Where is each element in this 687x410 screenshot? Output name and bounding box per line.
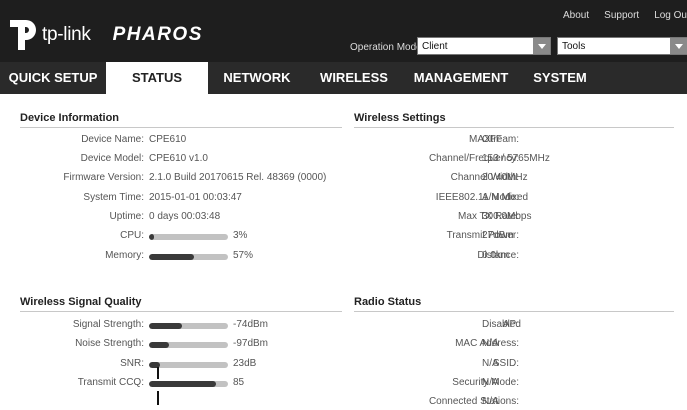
device-info-title: Device Information [20, 112, 342, 128]
text-cursor-icon [157, 391, 159, 405]
memory-progress-bar [149, 254, 228, 260]
cpu-label: CPU: [120, 230, 144, 241]
device-name-value: CPE610 [149, 134, 187, 145]
device-name-row: Device Name: CPE610 [0, 134, 340, 148]
main-nav: QUICK SETUP STATUS NETWORK WIRELESS MANA… [0, 62, 687, 94]
tplink-logo[interactable]: tp-link PHAROS [8, 18, 203, 52]
signal-strength-value: -74dBm [233, 319, 269, 330]
transmit-power-value: 27dBm [482, 230, 514, 241]
wireless-settings-title: Wireless Settings [354, 112, 674, 128]
tools-select[interactable]: Tools [557, 37, 687, 55]
signal-strength-fill [149, 323, 183, 329]
ap-row: AP: Disabled [340, 319, 680, 333]
firmware-label: Firmware Version: [63, 172, 144, 183]
device-model-value: CPE610 v1.0 [149, 153, 208, 164]
ssid-value: N/A [482, 358, 499, 369]
channel-width-value: 20/40MHz [482, 172, 528, 183]
chevron-down-icon [670, 38, 687, 54]
tab-management[interactable]: MANAGEMENT [402, 62, 520, 94]
signal-strength-label: Signal Strength: [72, 319, 144, 330]
ieee-mode-value: A/N Mixed [482, 192, 529, 203]
tab-wireless[interactable]: WIRELESS [306, 62, 402, 94]
brand-name: tp-link [42, 24, 91, 45]
transmit-ccq-fill [149, 381, 217, 387]
uptime-row: Uptime: 0 days 00:03:48 [0, 211, 340, 225]
snr-value: 23dB [233, 358, 257, 369]
device-model-row: Device Model: CPE610 v1.0 [0, 153, 340, 167]
signal-strength-bar [149, 323, 228, 329]
channel-frequency-value: 153 / 5765MHz [482, 153, 550, 164]
device-name-label: Device Name: [81, 134, 144, 145]
system-time-label: System Time: [83, 192, 144, 203]
mac-address-row: MAC Address: N/A [340, 338, 680, 352]
mac-address-value: N/A [482, 338, 499, 349]
uptime-value: 0 days 00:03:48 [149, 211, 221, 222]
transmit-ccq-row: Transmit CCQ: 85 [0, 377, 340, 391]
operation-mode-label: Operation Mode: [350, 42, 425, 53]
system-time-row: System Time: 2015-01-01 00:03:47 [0, 192, 340, 206]
tab-quick-setup[interactable]: QUICK SETUP [0, 62, 106, 94]
device-model-label: Device Model: [80, 153, 144, 164]
snr-row: SNR: 23dB [0, 358, 340, 372]
ieee-mode-row: IEEE802.11 Mode: A/N Mixed [340, 192, 680, 206]
cpu-progress-fill [149, 234, 154, 240]
maxtream-row: MAXtream: OFF [340, 134, 680, 148]
transmit-ccq-bar [149, 381, 228, 387]
firmware-row: Firmware Version: 2.1.0 Build 20170615 R… [0, 172, 340, 186]
transmit-ccq-value: 85 [233, 377, 245, 388]
memory-progress-fill [149, 254, 195, 260]
security-mode-row: Security Mode: N/A [340, 377, 680, 391]
radio-status-title: Radio Status [354, 296, 674, 312]
chevron-down-icon [533, 38, 550, 54]
operation-mode-value: Client [422, 41, 448, 52]
logout-link[interactable]: Log Ou [654, 10, 687, 21]
memory-label: Memory: [105, 250, 144, 261]
tab-network[interactable]: NETWORK [208, 62, 306, 94]
cpu-value: 3% [233, 230, 248, 241]
text-cursor-icon [157, 367, 159, 379]
tab-system[interactable]: SYSTEM [520, 62, 600, 94]
max-tx-rate-value: 300.0Mbps [482, 211, 532, 222]
cpu-row: CPU: 3% [0, 230, 340, 244]
snr-bar [149, 362, 228, 368]
transmit-power-row: Transmit Power: 27dBm [340, 230, 680, 244]
channel-width-row: Channel Width: 20/40MHz [340, 172, 680, 186]
signal-strength-row: Signal Strength: -74dBm [0, 319, 340, 333]
noise-strength-label: Noise Strength: [75, 338, 144, 349]
about-link[interactable]: About [563, 10, 589, 21]
tools-value: Tools [562, 41, 586, 52]
distance-value: 0.0km [482, 250, 510, 261]
operation-mode-select[interactable]: Client [417, 37, 551, 55]
noise-strength-row: Noise Strength: -97dBm [0, 338, 340, 352]
firmware-value: 2.1.0 Build 20170615 Rel. 48369 (0000) [149, 172, 327, 183]
top-header: tp-link PHAROS About Support Log Ou Oper… [0, 0, 687, 62]
memory-row: Memory: 57% [0, 250, 340, 264]
snr-label: SNR: [120, 358, 144, 369]
top-links: About Support Log Ou [563, 10, 687, 21]
support-link[interactable]: Support [604, 10, 639, 21]
distance-row: Distance: 0.0km [340, 250, 680, 264]
transmit-ccq-label: Transmit CCQ: [77, 377, 144, 388]
max-tx-rate-row: Max TX Rate: 300.0Mbps [340, 211, 680, 225]
maxtream-value: OFF [482, 134, 502, 145]
ssid-row: SSID: N/A [340, 358, 680, 372]
memory-value: 57% [233, 250, 254, 261]
connected-stations-row: Connected Stations: N/A [340, 396, 680, 410]
product-name: PHAROS [112, 24, 203, 45]
cpu-progress-bar [149, 234, 228, 240]
tab-status[interactable]: STATUS [106, 62, 208, 94]
noise-strength-value: -97dBm [233, 338, 269, 349]
ap-value: Disabled [482, 319, 521, 330]
system-time-value: 2015-01-01 00:03:47 [149, 192, 242, 203]
tplink-logo-icon [10, 20, 36, 50]
connected-stations-label: Connected Stations: [428, 396, 519, 407]
noise-strength-bar [149, 342, 228, 348]
uptime-label: Uptime: [109, 211, 144, 222]
noise-strength-fill [149, 342, 169, 348]
channel-frequency-row: Channel/Frequency: 153 / 5765MHz [340, 153, 680, 167]
connected-stations-value: N/A [482, 396, 499, 407]
security-mode-value: N/A [482, 377, 499, 388]
signal-quality-title: Wireless Signal Quality [20, 296, 342, 312]
